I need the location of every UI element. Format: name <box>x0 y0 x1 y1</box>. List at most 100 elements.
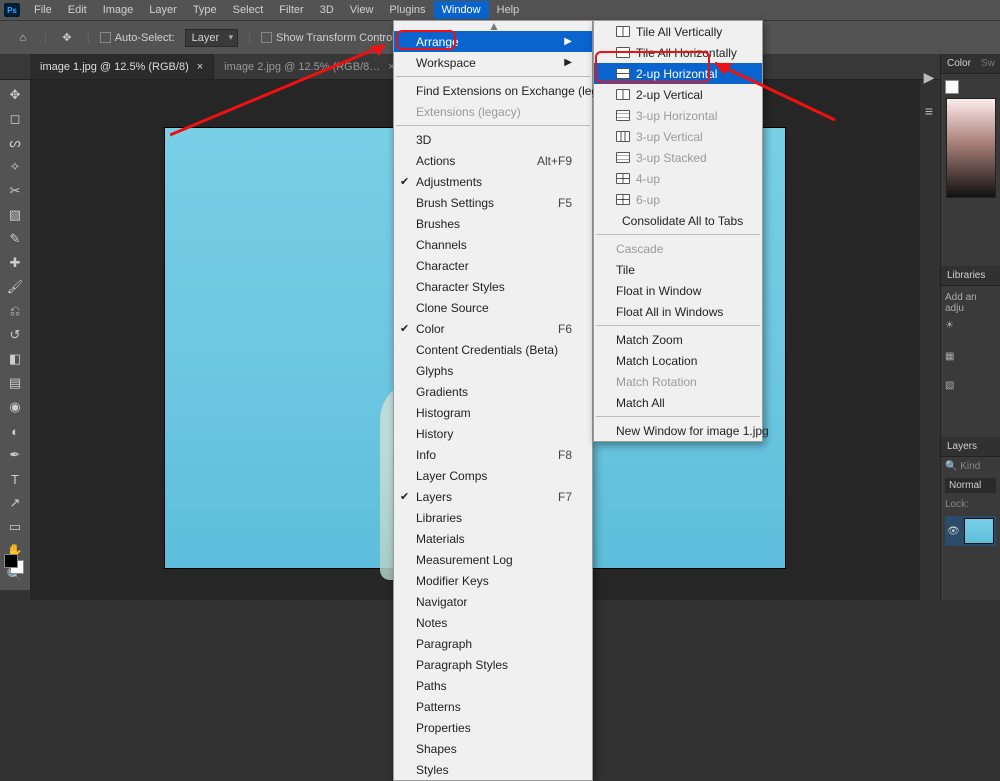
menu-content-credentials-beta-[interactable]: Content Credentials (Beta) <box>394 339 592 360</box>
menu-brushes[interactable]: Brushes <box>394 213 592 234</box>
eyedropper-tool-icon[interactable]: ✎ <box>3 228 27 250</box>
gradient-tool-icon[interactable]: ▤ <box>3 372 27 394</box>
close-icon[interactable]: × <box>197 61 203 73</box>
arrange-float-in-window[interactable]: Float in Window <box>594 280 762 301</box>
auto-select-toggle[interactable]: Auto-Select: <box>100 32 175 44</box>
menu-channels[interactable]: Channels <box>394 234 592 255</box>
right-panels: Color Sw Libraries Add an adju☀▦▧ Layers… <box>940 54 1000 600</box>
menu-paragraph[interactable]: Paragraph <box>394 633 592 654</box>
history-brush-icon[interactable]: ↺ <box>3 324 27 346</box>
show-transform-toggle[interactable]: Show Transform Controls <box>261 32 400 44</box>
scroll-up-icon[interactable]: ▲ <box>394 21 592 31</box>
menu-image[interactable]: Image <box>95 1 142 19</box>
menu-notes[interactable]: Notes <box>394 612 592 633</box>
arrange-match-all[interactable]: Match All <box>594 392 762 413</box>
arrange-float-all-in-windows[interactable]: Float All in Windows <box>594 301 762 322</box>
menu-character[interactable]: Character <box>394 255 592 276</box>
arrange-tile-all-vertically[interactable]: Tile All Vertically <box>594 21 762 42</box>
menu-select[interactable]: Select <box>225 1 272 19</box>
menu-3d[interactable]: 3D <box>312 1 342 19</box>
tab-color[interactable]: Color <box>947 58 971 69</box>
menu-glyphs[interactable]: Glyphs <box>394 360 592 381</box>
shape-tool-icon[interactable]: ▭ <box>3 516 27 538</box>
menu-window[interactable]: Window <box>434 1 489 19</box>
type-tool-icon[interactable]: T <box>3 468 27 490</box>
pen-tool-icon[interactable]: ✒ <box>3 444 27 466</box>
marquee-tool-icon[interactable]: ◻ <box>3 108 27 130</box>
stamp-tool-icon[interactable]: ⎌ <box>3 300 27 322</box>
menu-layer[interactable]: Layer <box>141 1 185 19</box>
menu-filter[interactable]: Filter <box>271 1 311 19</box>
home-icon[interactable]: ⌂ <box>12 29 34 47</box>
menu-layer-comps[interactable]: Layer Comps <box>394 465 592 486</box>
doc-tab-1[interactable]: image 1.jpg @ 12.5% (RGB/8)× <box>30 54 214 79</box>
lasso-tool-icon[interactable]: ᔕ <box>3 132 27 154</box>
menu-history[interactable]: History <box>394 423 592 444</box>
brush-tool-icon[interactable]: 🖌 <box>3 276 27 298</box>
menu-new-window[interactable]: New Window for image 1.jpg <box>594 420 762 441</box>
arrange-2-up-horizontal[interactable]: 2-up Horizontal <box>594 63 762 84</box>
menu-paths[interactable]: Paths <box>394 675 592 696</box>
menu-plugins[interactable]: Plugins <box>381 1 433 19</box>
menu-histogram[interactable]: Histogram <box>394 402 592 423</box>
menu-actions[interactable]: ActionsAlt+F9 <box>394 150 592 171</box>
color-panel[interactable] <box>941 74 1000 206</box>
menu-file[interactable]: File <box>26 1 60 19</box>
menu-find-extensions[interactable]: Find Extensions on Exchange (legacy)… <box>394 80 592 101</box>
menu-libraries[interactable]: Libraries <box>394 507 592 528</box>
eraser-tool-icon[interactable]: ◧ <box>3 348 27 370</box>
menu-adjustments[interactable]: ✔Adjustments <box>394 171 592 192</box>
layer-row[interactable]: 👁 <box>945 516 996 546</box>
arrange-match-location[interactable]: Match Location <box>594 350 762 371</box>
menu-clone-source[interactable]: Clone Source <box>394 297 592 318</box>
menu-patterns[interactable]: Patterns <box>394 696 592 717</box>
move-tool-icon[interactable]: ✥ <box>3 84 27 106</box>
menu-arrange[interactable]: Arrange▶ <box>394 31 592 52</box>
menu-materials[interactable]: Materials <box>394 528 592 549</box>
libraries-panel-tab[interactable]: Libraries <box>941 266 1000 286</box>
blur-tool-icon[interactable]: ◉ <box>3 396 27 418</box>
menu-shapes[interactable]: Shapes <box>394 738 592 759</box>
menu-layers[interactable]: ✔LayersF7 <box>394 486 592 507</box>
arrange-match-zoom[interactable]: Match Zoom <box>594 329 762 350</box>
arrange-3-up-horizontal: 3-up Horizontal <box>594 105 762 126</box>
heal-tool-icon[interactable]: ✚ <box>3 252 27 274</box>
arrange-tile-all-horizontally[interactable]: Tile All Horizontally <box>594 42 762 63</box>
menu-type[interactable]: Type <box>185 1 225 19</box>
doc-tab-2[interactable]: image 2.jpg @ 12.5% (RGB/8…× <box>214 54 406 79</box>
fg-bg-swatches[interactable] <box>4 554 26 576</box>
menu-styles[interactable]: Styles <box>394 759 592 780</box>
menu-help[interactable]: Help <box>489 1 528 19</box>
tab-swatches[interactable]: Sw <box>981 58 995 69</box>
arrange-3-up-stacked: 3-up Stacked <box>594 147 762 168</box>
menu-workspace[interactable]: Workspace▶ <box>394 52 592 73</box>
menu-measurement-log[interactable]: Measurement Log <box>394 549 592 570</box>
sliders-icon[interactable]: ≡ <box>920 102 938 120</box>
menu-navigator[interactable]: Navigator <box>394 591 592 612</box>
arrange-tile[interactable]: Tile <box>594 259 762 280</box>
menu-properties[interactable]: Properties <box>394 717 592 738</box>
color-picker[interactable] <box>946 98 996 198</box>
menu-character-styles[interactable]: Character Styles <box>394 276 592 297</box>
wand-tool-icon[interactable]: ✧ <box>3 156 27 178</box>
menu-color[interactable]: ✔ColorF6 <box>394 318 592 339</box>
menu-3d[interactable]: 3D <box>394 129 592 150</box>
visibility-icon[interactable]: 👁 <box>947 526 960 537</box>
layers-panel-tab[interactable]: Layers <box>941 437 1000 457</box>
frame-tool-icon[interactable]: ▧ <box>3 204 27 226</box>
menu-paragraph-styles[interactable]: Paragraph Styles <box>394 654 592 675</box>
dodge-tool-icon[interactable]: ◐ <box>3 420 27 442</box>
arrange-consolidate-all-to-tabs[interactable]: Consolidate All to Tabs <box>594 210 762 231</box>
menu-gradients[interactable]: Gradients <box>394 381 592 402</box>
menu-edit[interactable]: Edit <box>60 1 95 19</box>
menu-modifier-keys[interactable]: Modifier Keys <box>394 570 592 591</box>
crop-tool-icon[interactable]: ✂ <box>3 180 27 202</box>
blend-mode[interactable]: Normal <box>945 478 996 493</box>
menu-info[interactable]: InfoF8 <box>394 444 592 465</box>
arrange-2-up-vertical[interactable]: 2-up Vertical <box>594 84 762 105</box>
auto-select-target[interactable]: Layer <box>185 29 239 47</box>
menu-view[interactable]: View <box>342 1 382 19</box>
play-icon[interactable]: ▶ <box>920 68 938 86</box>
path-tool-icon[interactable]: ↗ <box>3 492 27 514</box>
menu-brush-settings[interactable]: Brush SettingsF5 <box>394 192 592 213</box>
